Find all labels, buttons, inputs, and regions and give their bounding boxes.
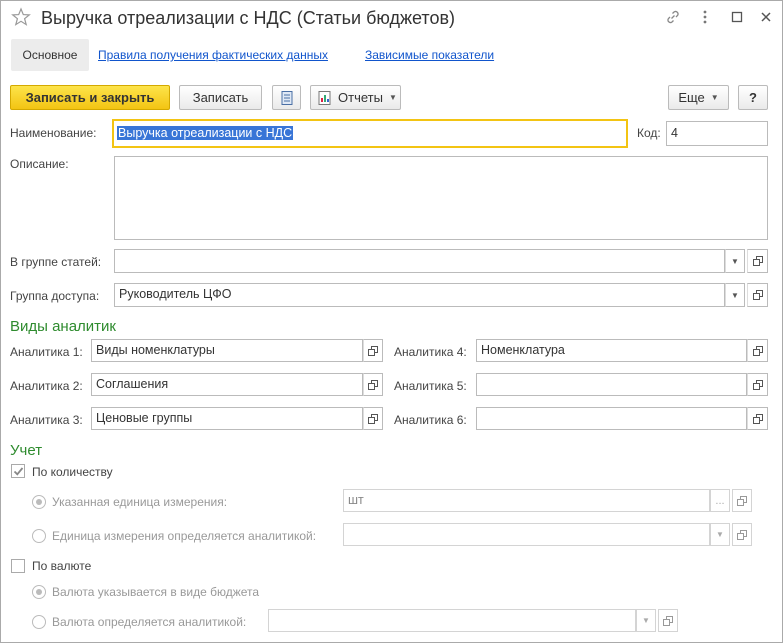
- code-input[interactable]: 4: [666, 121, 768, 146]
- open-icon: [737, 529, 747, 540]
- reports-label: Отчеты: [338, 90, 383, 105]
- chevron-down-icon: ▼: [710, 93, 719, 102]
- chevron-down-icon: ▼: [731, 256, 739, 266]
- group-input[interactable]: [114, 249, 725, 273]
- analytics-2-label: Аналитика 2:: [10, 379, 83, 393]
- link-icon[interactable]: [665, 9, 681, 25]
- access-group-label: Группа доступа:: [10, 289, 100, 303]
- access-group-dropdown-button[interactable]: ▼: [725, 283, 745, 307]
- open-icon: [368, 379, 378, 390]
- name-input[interactable]: Выручка отреализации с НДС: [112, 119, 628, 148]
- by-currency-label: По валюте: [32, 559, 92, 573]
- more-actions-icon[interactable]: [697, 9, 713, 25]
- open-icon: [752, 345, 763, 356]
- currency-analytics-dropdown-button[interactable]: ▼: [636, 609, 656, 632]
- open-icon: [368, 345, 378, 356]
- analytics-4-open-button[interactable]: [747, 339, 768, 362]
- unit-open-button[interactable]: [732, 489, 752, 512]
- currency-by-analytics-radio[interactable]: [32, 615, 46, 629]
- description-textarea[interactable]: [114, 156, 768, 240]
- open-icon: [752, 290, 763, 300]
- tab-dependent-indicators[interactable]: Зависимые показатели: [365, 48, 494, 62]
- save-and-close-button[interactable]: Записать и закрыть: [10, 85, 170, 110]
- accounting-section-title: Учет: [10, 442, 43, 459]
- analytics-6-input[interactable]: [476, 407, 747, 430]
- analytics-6-open-button[interactable]: [747, 407, 768, 430]
- analytics-1-input[interactable]: Виды номенклатуры: [91, 339, 363, 362]
- analytics-1-label: Аналитика 1:: [10, 345, 83, 359]
- window-title: Выручка отреализации с НДС (Статьи бюдже…: [41, 8, 456, 28]
- by-quantity-label: По количеству: [32, 465, 113, 479]
- maximize-icon[interactable]: [729, 9, 745, 25]
- open-icon: [752, 379, 763, 390]
- analytics-3-open-button[interactable]: [363, 407, 383, 430]
- help-button[interactable]: ?: [738, 85, 768, 110]
- access-group-input[interactable]: Руководитель ЦФО: [114, 283, 725, 307]
- access-group-open-button[interactable]: [747, 283, 768, 307]
- chevron-down-icon: ▼: [642, 616, 650, 625]
- unit-by-analytics-label: Единица измерения определяется аналитико…: [52, 529, 317, 543]
- unit-specified-label: Указанная единица измерения:: [52, 495, 228, 509]
- unit-specified-radio[interactable]: [32, 495, 46, 509]
- ellipsis-icon: ...: [715, 494, 725, 507]
- list-icon: [281, 90, 292, 105]
- reports-button[interactable]: Отчеты ▼: [310, 85, 401, 110]
- analytics-3-input[interactable]: Ценовые группы: [91, 407, 363, 430]
- open-icon: [663, 615, 673, 626]
- analytics-4-input[interactable]: Номенклатура: [476, 339, 747, 362]
- currency-by-analytics-label: Валюта определяется аналитикой:: [52, 615, 247, 629]
- analytics-2-open-button[interactable]: [363, 373, 383, 396]
- group-label: В группе статей:: [10, 255, 102, 269]
- analytics-1-open-button[interactable]: [363, 339, 383, 362]
- more-button[interactable]: Еще ▼: [668, 85, 729, 110]
- by-quantity-checkbox[interactable]: [11, 464, 25, 478]
- close-icon[interactable]: [758, 9, 774, 25]
- group-dropdown-button[interactable]: ▼: [725, 249, 745, 273]
- tab-main[interactable]: Основное: [11, 39, 89, 71]
- unit-analytics-dropdown-button[interactable]: ▼: [710, 523, 730, 546]
- code-label: Код:: [637, 126, 661, 140]
- currency-analytics-input[interactable]: [268, 609, 636, 632]
- unit-select-button[interactable]: ...: [710, 489, 730, 512]
- open-icon: [752, 413, 763, 424]
- dialog-window: Выручка отреализации с НДС (Статьи бюдже…: [0, 0, 783, 643]
- analytics-5-input[interactable]: [476, 373, 747, 396]
- chevron-down-icon: ▼: [388, 93, 397, 102]
- checkmark-icon: [13, 466, 23, 476]
- radio-dot: [36, 499, 42, 505]
- radio-dot: [36, 589, 42, 595]
- document-list-button[interactable]: [272, 85, 301, 110]
- analytics-4-label: Аналитика 4:: [394, 345, 467, 359]
- name-value: Выручка отреализации с НДС: [117, 126, 294, 140]
- tab-actual-data-rules[interactable]: Правила получения фактических данных: [98, 48, 328, 62]
- analytics-6-label: Аналитика 6:: [394, 413, 467, 427]
- save-button[interactable]: Записать: [179, 85, 262, 110]
- chevron-down-icon: ▼: [716, 530, 724, 539]
- favorite-star-icon[interactable]: [11, 7, 31, 27]
- analytics-section-title: Виды аналитик: [10, 318, 116, 335]
- more-label: Еще: [678, 90, 705, 105]
- open-icon: [368, 413, 378, 424]
- open-icon: [752, 256, 763, 266]
- open-icon: [737, 495, 747, 506]
- unit-input[interactable]: шт: [343, 489, 710, 512]
- by-currency-checkbox[interactable]: [11, 559, 25, 573]
- analytics-2-input[interactable]: Соглашения: [91, 373, 363, 396]
- group-open-button[interactable]: [747, 249, 768, 273]
- chevron-down-icon: ▼: [731, 290, 739, 300]
- unit-analytics-input[interactable]: [343, 523, 710, 546]
- name-label: Наименование:: [10, 126, 97, 140]
- analytics-3-label: Аналитика 3:: [10, 413, 83, 427]
- currency-budget-radio[interactable]: [32, 585, 46, 599]
- analytics-5-label: Аналитика 5:: [394, 379, 467, 393]
- reports-icon: [318, 90, 331, 105]
- description-label: Описание:: [10, 157, 69, 171]
- analytics-5-open-button[interactable]: [747, 373, 768, 396]
- unit-analytics-open-button[interactable]: [732, 523, 752, 546]
- unit-by-analytics-radio[interactable]: [32, 529, 46, 543]
- currency-budget-label: Валюта указывается в виде бюджета: [52, 585, 260, 599]
- currency-analytics-open-button[interactable]: [658, 609, 678, 632]
